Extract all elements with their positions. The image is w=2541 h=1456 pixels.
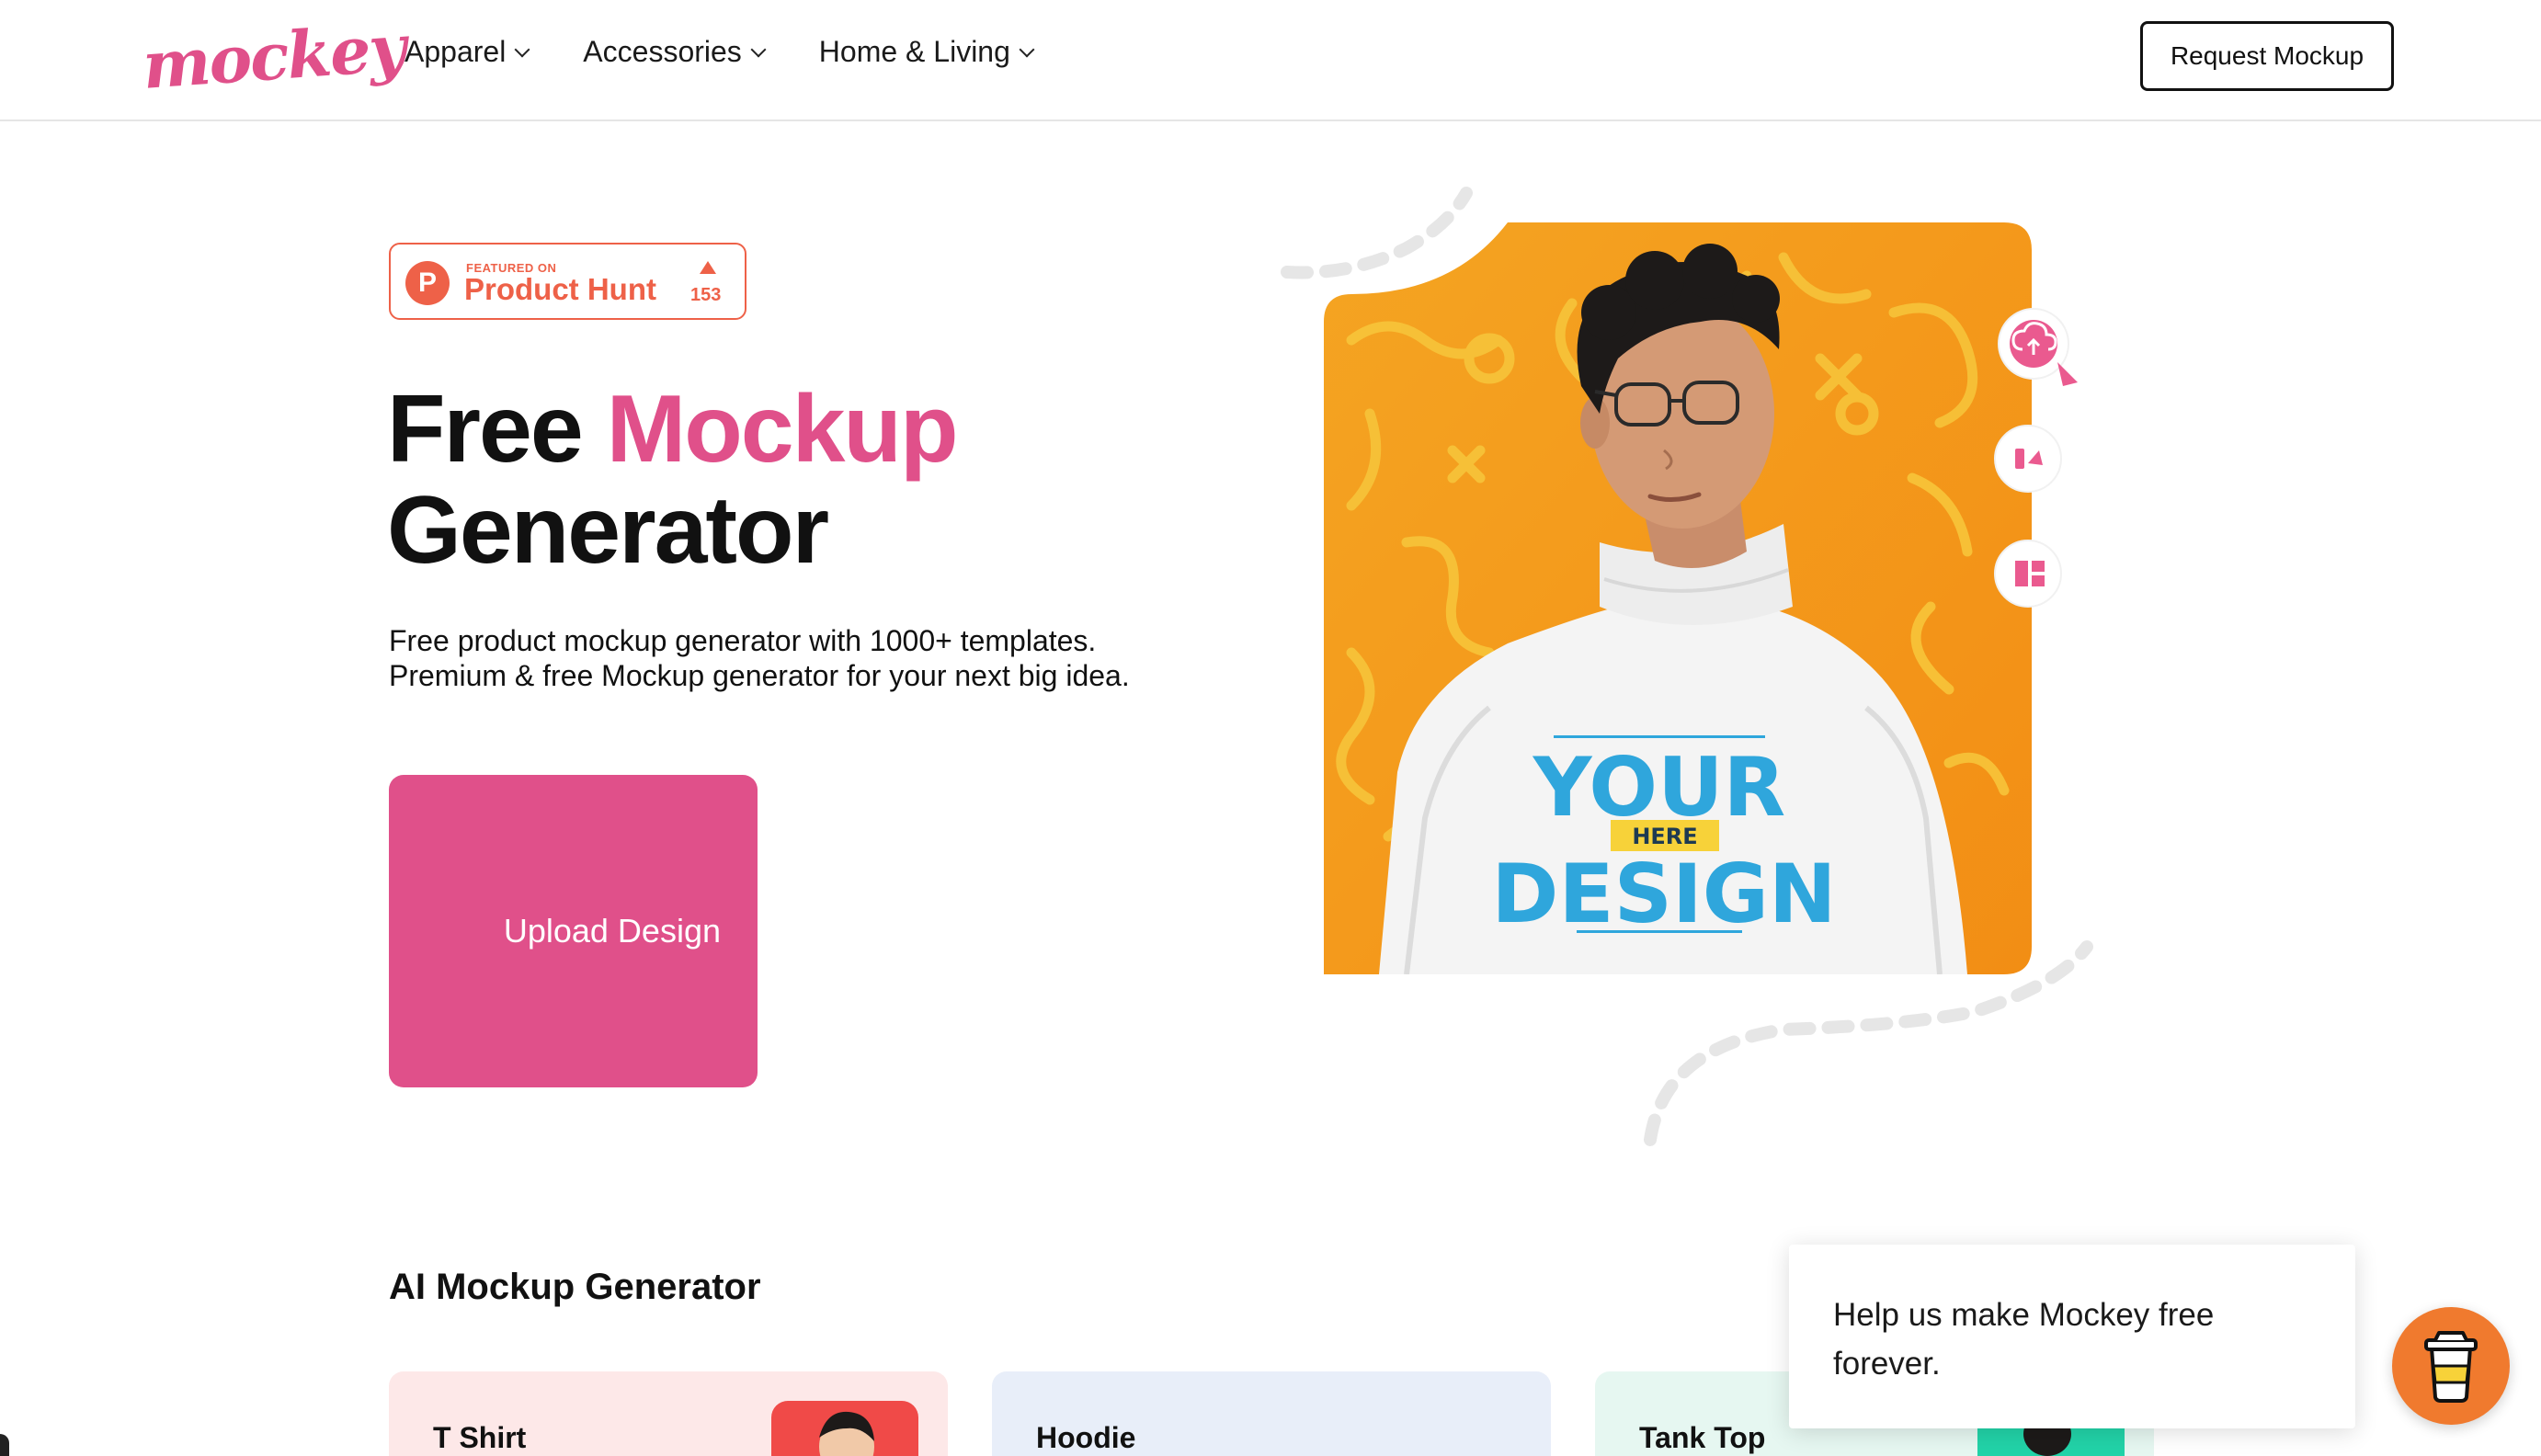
- card-label: Tank Top: [1639, 1421, 1766, 1454]
- chevron-down-icon: [750, 41, 767, 57]
- top-navbar: mockey Apparel Accessories Home & Living…: [0, 0, 2541, 121]
- upvote-arrow-icon: [700, 261, 716, 274]
- shirt-print-line2: DESIGN: [1491, 847, 1836, 941]
- tshirt-thumbnail: [771, 1401, 918, 1456]
- request-mockup-button[interactable]: Request Mockup: [2140, 21, 2394, 91]
- layout-icon[interactable]: [1994, 540, 2062, 608]
- buy-me-coffee-button[interactable]: [2392, 1307, 2510, 1425]
- support-message: Help us make Mockey free forever.: [1833, 1297, 2215, 1382]
- nav-item-apparel[interactable]: Apparel: [405, 35, 530, 69]
- hero-mockup-image: YOUR HERE DESIGN: [1269, 175, 2096, 1167]
- cursor-icon: [2057, 362, 2078, 386]
- hero-title: Free Mockup Generator: [387, 376, 959, 584]
- corner-edge: [0, 1434, 9, 1456]
- hero-description: Free product mockup generator with 1000+…: [389, 624, 1130, 692]
- card-label: Hoodie: [1036, 1421, 1136, 1454]
- support-popup[interactable]: Help us make Mockey free forever.: [1789, 1245, 2355, 1428]
- main-menu: Apparel Accessories Home & Living: [405, 35, 1035, 69]
- category-card-hoodie[interactable]: Hoodie: [992, 1371, 1551, 1456]
- mockey-logo[interactable]: mockey: [140, 9, 406, 110]
- nav-item-label: Apparel: [405, 35, 507, 68]
- chevron-down-icon: [514, 41, 530, 57]
- hero-title-part1: Free: [387, 376, 607, 483]
- coffee-cup-icon: [2424, 1331, 2478, 1403]
- hero-title-part2: Generator: [387, 477, 829, 584]
- nav-item-label: Home & Living: [818, 35, 1010, 68]
- section-title-ai: AI Mockup Generator: [389, 1267, 761, 1307]
- logo-wordmark: mockey: [140, 9, 407, 104]
- shirt-print-badge: HERE: [1632, 824, 1697, 849]
- nav-item-home-living[interactable]: Home & Living: [818, 35, 1035, 69]
- page: mockey Apparel Accessories Home & Living…: [0, 0, 2541, 1456]
- card-label: T Shirt: [433, 1421, 527, 1454]
- hero-illustration: YOUR HERE DESIGN: [1281, 187, 2093, 1146]
- category-card-tshirt[interactable]: T Shirt: [389, 1371, 948, 1456]
- brush-icon[interactable]: [1994, 425, 2062, 493]
- upvote-count: 153: [690, 285, 722, 305]
- upload-design-button[interactable]: Upload Design: [389, 775, 758, 1087]
- upload-design-label: Upload Design: [503, 912, 721, 950]
- product-hunt-badge[interactable]: P FEATURED ON Product Hunt 153: [389, 243, 746, 320]
- chevron-down-icon: [1019, 41, 1035, 57]
- product-hunt-logo-icon: P: [405, 261, 450, 305]
- hero-title-accent: Mockup: [606, 376, 959, 483]
- nav-item-label: Accessories: [583, 35, 742, 68]
- model-image: [819, 1411, 874, 1456]
- upload-cloud-icon[interactable]: [1998, 308, 2069, 380]
- nav-item-accessories[interactable]: Accessories: [583, 35, 767, 69]
- badge-name: Product Hunt: [464, 272, 656, 306]
